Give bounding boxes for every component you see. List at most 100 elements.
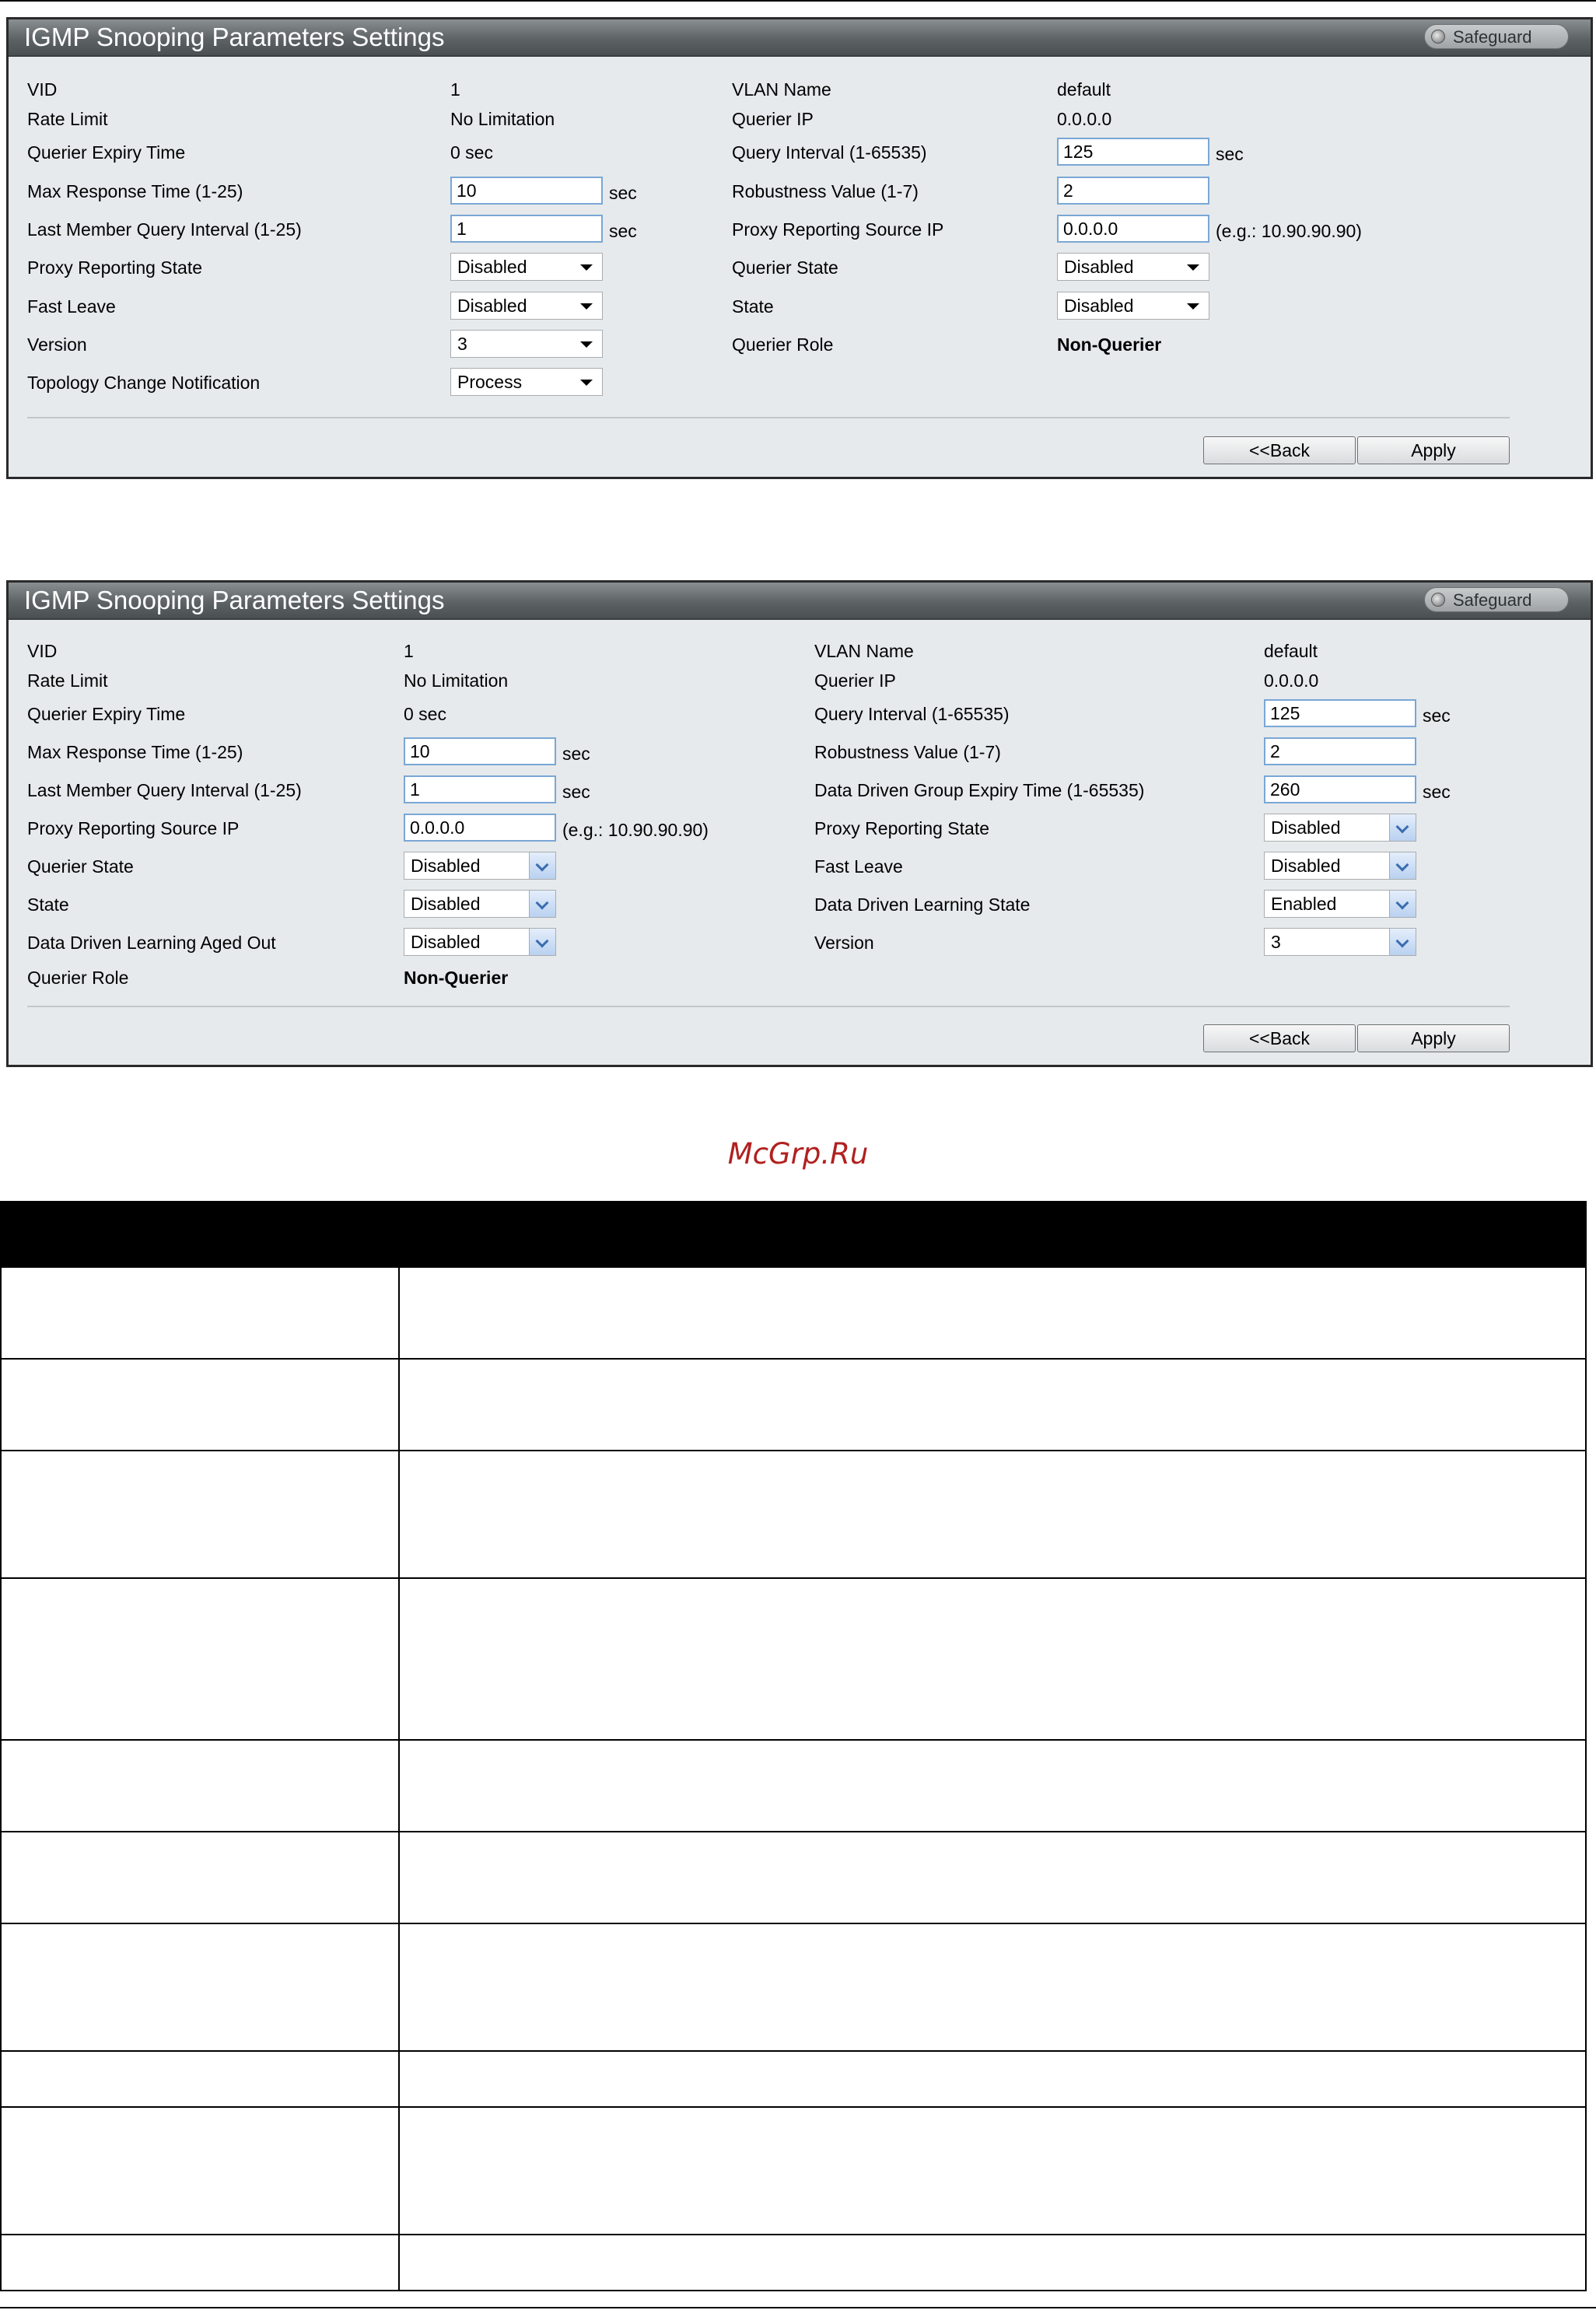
panel-header: IGMP Snooping Parameters Settings Safegu… [9,583,1591,620]
table-row [0,2050,1587,2108]
querier-state-select[interactable]: Disabled [404,852,556,880]
proxy-source-ip-input[interactable] [404,814,556,842]
table-cell [398,1923,1587,2052]
query-interval-input[interactable] [1057,138,1209,166]
proxy-source-ip-hint: (e.g.: 10.90.90.90) [562,820,709,840]
back-button[interactable]: <<Back [1203,436,1356,464]
table-row [0,1266,1587,1360]
table-cell [398,2106,1587,2235]
robustness-input[interactable] [1264,737,1416,765]
vlan-name-label: VLAN Name [732,79,831,100]
chevron-down-icon [1389,891,1416,917]
table-cell [398,1831,1587,1924]
proxy-reporting-state-select[interactable]: Disabled [450,253,603,281]
querier-ip-label: Querier IP [814,670,896,691]
table-cell [0,1450,400,1579]
watermark-text: McGrp.Ru [727,1137,869,1171]
fast-leave-select[interactable]: Disabled [1264,852,1416,880]
robustness-label: Robustness Value (1-7) [814,742,1001,762]
proxy-reporting-state-label: Proxy Reporting State [27,257,203,278]
table-row [0,1358,1587,1451]
last-member-unit: sec [609,221,637,241]
version-select[interactable]: 3 [450,330,603,358]
parameter-description-table [0,1201,1587,2291]
dd-group-expiry-label: Data Driven Group Expiry Time (1-65535) [814,780,1145,800]
igmp-settings-panel-2: IGMP Snooping Parameters Settings Safegu… [6,580,1593,1067]
fast-leave-label: Fast Leave [27,296,116,317]
querier-role-value: Non-Querier [404,968,509,988]
table-cell [398,1358,1587,1451]
table-cell [0,1923,400,2052]
table-header-cell [398,1201,1587,1268]
apply-button[interactable]: Apply [1357,1024,1510,1052]
chevron-down-icon [1389,929,1416,955]
querier-expiry-label: Querier Expiry Time [27,142,186,163]
chevron-down-icon [529,852,555,879]
fast-leave-label: Fast Leave [814,856,903,877]
apply-button[interactable]: Apply [1357,436,1510,464]
proxy-source-ip-input[interactable] [1057,215,1209,243]
chevron-down-icon [1187,264,1199,271]
fast-leave-select[interactable]: Disabled [450,292,603,320]
table-cell [0,1358,400,1451]
safeguard-icon [1431,30,1445,44]
chevron-down-icon [1389,852,1416,879]
rate-limit-value: No Limitation [450,109,555,129]
max-response-label: Max Response Time (1-25) [27,742,243,762]
last-member-input[interactable] [450,215,603,243]
last-member-input[interactable] [404,775,556,803]
dd-group-expiry-input[interactable] [1264,775,1416,803]
state-selected: Disabled [1064,296,1134,316]
table-row [0,2106,1587,2235]
chevron-down-icon [580,303,593,310]
panel-header: IGMP Snooping Parameters Settings Safegu… [9,19,1591,57]
max-response-unit: sec [562,744,590,764]
query-interval-input[interactable] [1264,699,1416,727]
table-cell [398,1450,1587,1579]
max-response-input[interactable] [450,177,603,205]
table-row [0,1831,1587,1924]
table-cell [0,1831,400,1924]
rate-limit-value: No Limitation [404,670,509,691]
topology-label: Topology Change Notification [27,373,261,393]
proxy-reporting-state-label: Proxy Reporting State [814,818,990,838]
rate-limit-label: Rate Limit [27,109,108,129]
topology-select[interactable]: Process [450,368,603,396]
version-label: Version [814,933,874,953]
querier-role-label: Querier Role [27,968,129,988]
chevron-down-icon [580,380,593,386]
table-cell [0,2050,400,2108]
state-select[interactable]: Disabled [404,890,556,918]
querier-role-value: Non-Querier [1057,334,1162,355]
querier-state-select[interactable]: Disabled [1057,253,1209,281]
query-interval-label: Query Interval (1-65535) [814,704,1010,724]
robustness-label: Robustness Value (1-7) [732,181,919,201]
vid-label: VID [27,79,58,100]
max-response-input[interactable] [404,737,556,765]
safeguard-label: Safeguard [1453,590,1532,610]
back-button[interactable]: <<Back [1203,1024,1356,1052]
rate-limit-label: Rate Limit [27,670,108,691]
dd-learning-state-select[interactable]: Enabled [1264,890,1416,918]
dd-aged-out-select[interactable]: Disabled [404,928,556,956]
table-row [0,2234,1587,2291]
proxy-source-ip-label: Proxy Reporting Source IP [732,219,944,240]
state-select[interactable]: Disabled [1057,292,1209,320]
table-row [0,1739,1587,1832]
querier-state-selected: Disabled [1064,257,1134,277]
proxy-reporting-state-selected: Disabled [1271,817,1341,838]
vlan-name-value: default [1057,79,1111,100]
version-select[interactable]: 3 [1264,928,1416,956]
querier-expiry-value: 0 sec [404,704,446,724]
table-cell [398,1739,1587,1832]
table-cell [0,2106,400,2235]
querier-state-label: Querier State [27,856,134,877]
robustness-input[interactable] [1057,177,1209,205]
dd-aged-out-label: Data Driven Learning Aged Out [27,933,276,953]
top-rule [0,0,1596,2]
query-interval-label: Query Interval (1-65535) [732,142,927,163]
proxy-reporting-state-select[interactable]: Disabled [1264,814,1416,842]
proxy-reporting-state-selected: Disabled [457,257,527,277]
dd-learning-state-label: Data Driven Learning State [814,894,1031,915]
last-member-label: Last Member Query Interval (1-25) [27,219,302,240]
